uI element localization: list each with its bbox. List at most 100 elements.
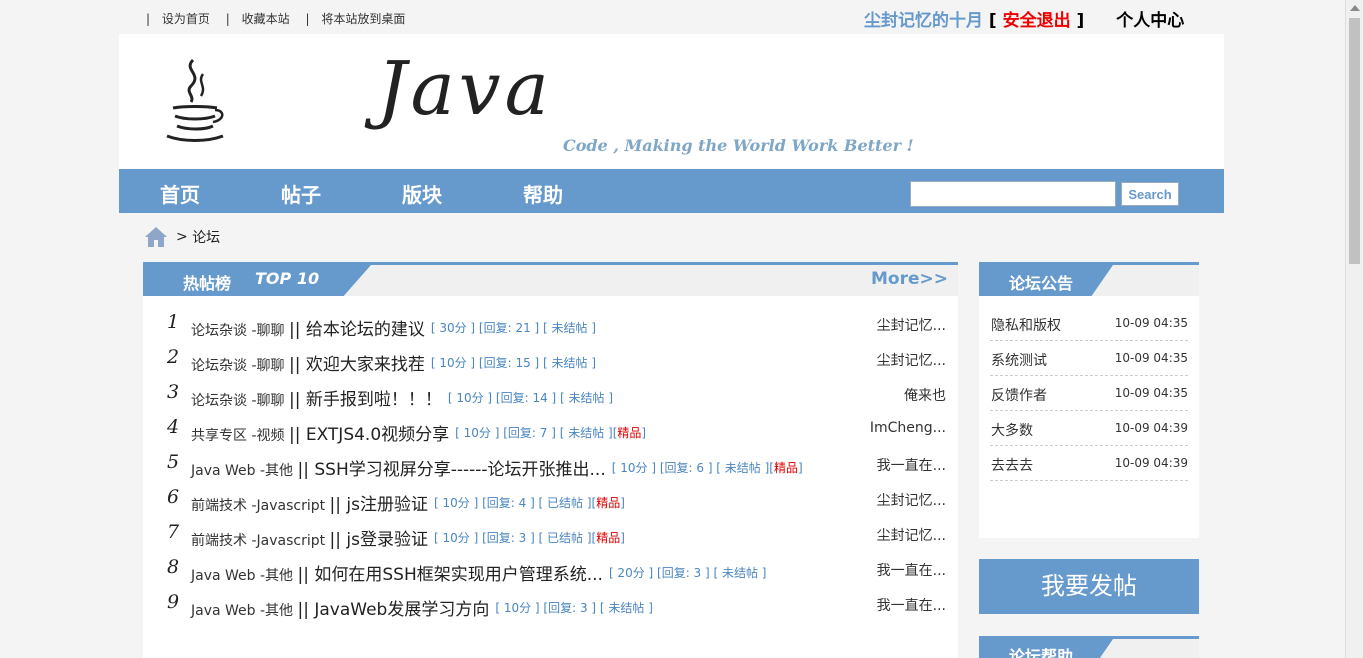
hot-post-row: 4 共享专区 -视频 || EXTJS4.0视频分享 [ 10分 ] [回复: 7 … xyxy=(143,412,958,447)
notice-item-title[interactable]: 反馈作者 xyxy=(991,385,1047,405)
post-title-text[interactable]: 欢迎大家来找茬 xyxy=(306,355,425,375)
username-link[interactable]: 尘封记忆的十月 xyxy=(864,11,983,31)
post-author[interactable]: 尘封记忆... xyxy=(866,525,946,545)
notice-item-title[interactable]: 隐私和版权 xyxy=(991,315,1061,335)
breadcrumb-separator: > xyxy=(176,229,188,245)
post-meta-text: [ 10分 ] [回复: 14 ] [ 未结帖 ] xyxy=(447,391,614,405)
nav-boards[interactable]: 版块 xyxy=(402,179,442,208)
new-post-button[interactable]: 我要发帖 xyxy=(979,559,1199,614)
search-button[interactable]: Search xyxy=(1121,182,1179,206)
post-category[interactable]: 前端技术 -Javascript xyxy=(191,533,325,549)
post-author[interactable]: 尘封记忆... xyxy=(866,315,946,335)
rank-number: 9 xyxy=(167,591,180,613)
post-line: Java Web -其他 || JavaWeb发展学习方向 [ 10分 ] [回复… xyxy=(191,595,653,620)
bookmark-link[interactable]: 收藏本站 xyxy=(242,12,290,26)
hot-posts-header: 热帖榜 TOP 10 More>> xyxy=(143,262,958,296)
post-category[interactable]: Java Web -其他 xyxy=(191,463,293,479)
scroll-thumb[interactable] xyxy=(1349,18,1360,264)
logout-link[interactable]: 安全退出 xyxy=(1003,11,1071,31)
search-input[interactable] xyxy=(910,181,1116,207)
rank-number: 7 xyxy=(167,521,180,543)
post-title-text[interactable]: JavaWeb发展学习方向 xyxy=(314,600,489,620)
notice-item-title[interactable]: 系统测试 xyxy=(991,350,1047,370)
post-title[interactable]: || js登录验证 xyxy=(330,530,428,550)
post-title-text[interactable]: SSH学习视屏分享------论坛开张推出... xyxy=(314,460,605,480)
post-meta: [ 10分 ] [回复: 15 ] [ 未结帖 ] xyxy=(431,356,596,370)
post-title-text[interactable]: 新手报到啦！！！ xyxy=(306,390,442,410)
post-author[interactable]: 我一直在... xyxy=(866,595,946,615)
help-tab: 论坛帮助 xyxy=(979,639,1113,658)
post-title[interactable]: || JavaWeb发展学习方向 xyxy=(298,600,490,620)
post-author[interactable]: 我一直在... xyxy=(866,455,946,475)
post-meta: [ 10分 ] [回复: 6 ] [ 未结帖 ][精品] xyxy=(611,461,803,475)
post-line: 论坛杂谈 -聊聊 || 给本论坛的建议 [ 30分 ] [回复: 21 ] [ 未… xyxy=(191,315,596,340)
post-author[interactable]: 尘封记忆... xyxy=(866,350,946,370)
slogan: Code , Making the World Work Better ! xyxy=(563,136,914,155)
nav-help[interactable]: 帮助 xyxy=(523,179,563,208)
notice-item-title[interactable]: 大多数 xyxy=(991,420,1033,440)
page-scrollbar[interactable] xyxy=(1345,0,1363,658)
hot-post-row: 8 Java Web -其他 || 如何在用SSH框架实现用户管理系统... [ 2… xyxy=(143,552,958,587)
post-meta: [ 10分 ] [回复: 3 ] [ 已结帖 ][精品] xyxy=(434,531,625,545)
more-link[interactable]: More>> xyxy=(871,269,948,289)
post-title-text[interactable]: EXTJS4.0视频分享 xyxy=(306,425,449,445)
post-title[interactable]: || EXTJS4.0视频分享 xyxy=(289,425,449,445)
post-title[interactable]: || 如何在用SSH框架实现用户管理系统... xyxy=(298,565,603,585)
post-author[interactable]: 俺来也 xyxy=(866,385,946,405)
post-category[interactable]: 论坛杂谈 -聊聊 xyxy=(191,358,285,374)
notice-item-title[interactable]: 去去去 xyxy=(991,455,1033,475)
post-author[interactable]: 我一直在... xyxy=(866,560,946,580)
desktop-shortcut-link[interactable]: 将本站放到桌面 xyxy=(321,12,405,26)
post-author[interactable]: 尘封记忆... xyxy=(866,490,946,510)
notice-item: 反馈作者 10-09 04:35 xyxy=(990,376,1188,411)
post-title-text[interactable]: js注册验证 xyxy=(346,495,428,515)
post-title[interactable]: || SSH学习视屏分享------论坛开张推出... xyxy=(298,460,606,480)
post-title-text[interactable]: 给本论坛的建议 xyxy=(306,320,425,340)
post-meta: [ 30分 ] [回复: 21 ] [ 未结帖 ] xyxy=(431,321,596,335)
post-title[interactable]: || 给本论坛的建议 xyxy=(289,320,425,340)
post-title[interactable]: || 新手报到啦！！！ xyxy=(289,390,442,410)
post-title[interactable]: || 欢迎大家来找茬 xyxy=(289,355,425,375)
notice-header: 论坛公告 xyxy=(979,262,1199,296)
post-category[interactable]: 共享专区 -视频 xyxy=(191,428,285,444)
top-bar: | 设为首页 | 收藏本站 | 将本站放到桌面 尘封记忆的十月 [ 安全退出 ]… xyxy=(0,0,1345,34)
post-line: 前端技术 -Javascript || js注册验证 [ 10分 ] [回复: 4… xyxy=(191,490,625,515)
post-category[interactable]: Java Web -其他 xyxy=(191,603,293,619)
notice-panel: 论坛公告 隐私和版权 10-09 04:35 系统测试 10-09 04:35 反馈作者… xyxy=(979,262,1199,538)
post-author[interactable]: ImCheng... xyxy=(866,420,946,436)
notice-item-date: 10-09 04:39 xyxy=(1114,456,1188,470)
post-meta: [ 10分 ] [回复: 14 ] [ 未结帖 ] xyxy=(448,391,613,405)
post-category[interactable]: 论坛杂谈 -聊聊 xyxy=(191,323,285,339)
separator: | xyxy=(225,12,230,26)
post-line: 论坛杂谈 -聊聊 || 新手报到啦！！！ [ 10分 ] [回复: 14 ] [ … xyxy=(191,385,613,410)
notice-item-date: 10-09 04:35 xyxy=(1114,351,1188,365)
hot-post-row: 3 论坛杂谈 -聊聊 || 新手报到啦！！！ [ 10分 ] [回复: 14 ] [… xyxy=(143,377,958,412)
hot-post-row: 1 论坛杂谈 -聊聊 || 给本论坛的建议 [ 30分 ] [回复: 21 ] [ … xyxy=(143,307,958,342)
post-category[interactable]: Java Web -其他 xyxy=(191,568,293,584)
hot-post-row: 7 前端技术 -Javascript || js登录验证 [ 10分 ] [回复: … xyxy=(143,517,958,552)
nav-home[interactable]: 首页 xyxy=(160,179,200,208)
post-category[interactable]: 论坛杂谈 -聊聊 xyxy=(191,393,285,409)
post-meta-text: [ 10分 ] [回复: 6 ] [ 未结帖 ][ xyxy=(611,461,774,475)
post-meta-text: [ 10分 ] [回复: 3 ] [ 已结帖 ][ xyxy=(434,531,597,545)
set-homepage-link[interactable]: 设为首页 xyxy=(162,12,210,26)
personal-center-link[interactable]: 个人中心 xyxy=(1116,11,1184,31)
post-title[interactable]: || js注册验证 xyxy=(330,495,428,515)
notice-item: 去去去 10-09 04:39 xyxy=(990,446,1188,481)
post-title-text[interactable]: 如何在用SSH框架实现用户管理系统... xyxy=(314,565,603,585)
featured-badge: 精品 xyxy=(774,461,799,475)
nav-posts[interactable]: 帖子 xyxy=(281,179,321,208)
scroll-up-icon[interactable] xyxy=(1350,5,1360,11)
home-icon[interactable] xyxy=(144,226,168,248)
post-meta: [ 20分 ] [回复: 3 ] [ 未结帖 ] xyxy=(609,566,767,580)
post-category[interactable]: 前端技术 -Javascript xyxy=(191,498,325,514)
breadcrumb-current: 论坛 xyxy=(192,230,221,246)
hot-post-row: 2 论坛杂谈 -聊聊 || 欢迎大家来找茬 [ 10分 ] [回复: 15 ] [ … xyxy=(143,342,958,377)
rank-number: 8 xyxy=(167,556,180,578)
user-box: 尘封记忆的十月 [ 安全退出 ] 个人中心 xyxy=(864,6,1184,31)
help-title: 论坛帮助 xyxy=(1009,647,1074,658)
top-links: | 设为首页 | 收藏本站 | 将本站放到桌面 xyxy=(146,10,417,27)
hot-posts-title: 热帖榜 xyxy=(183,274,232,293)
bracket-close: ] xyxy=(1076,11,1085,31)
post-title-text[interactable]: js登录验证 xyxy=(346,530,428,550)
